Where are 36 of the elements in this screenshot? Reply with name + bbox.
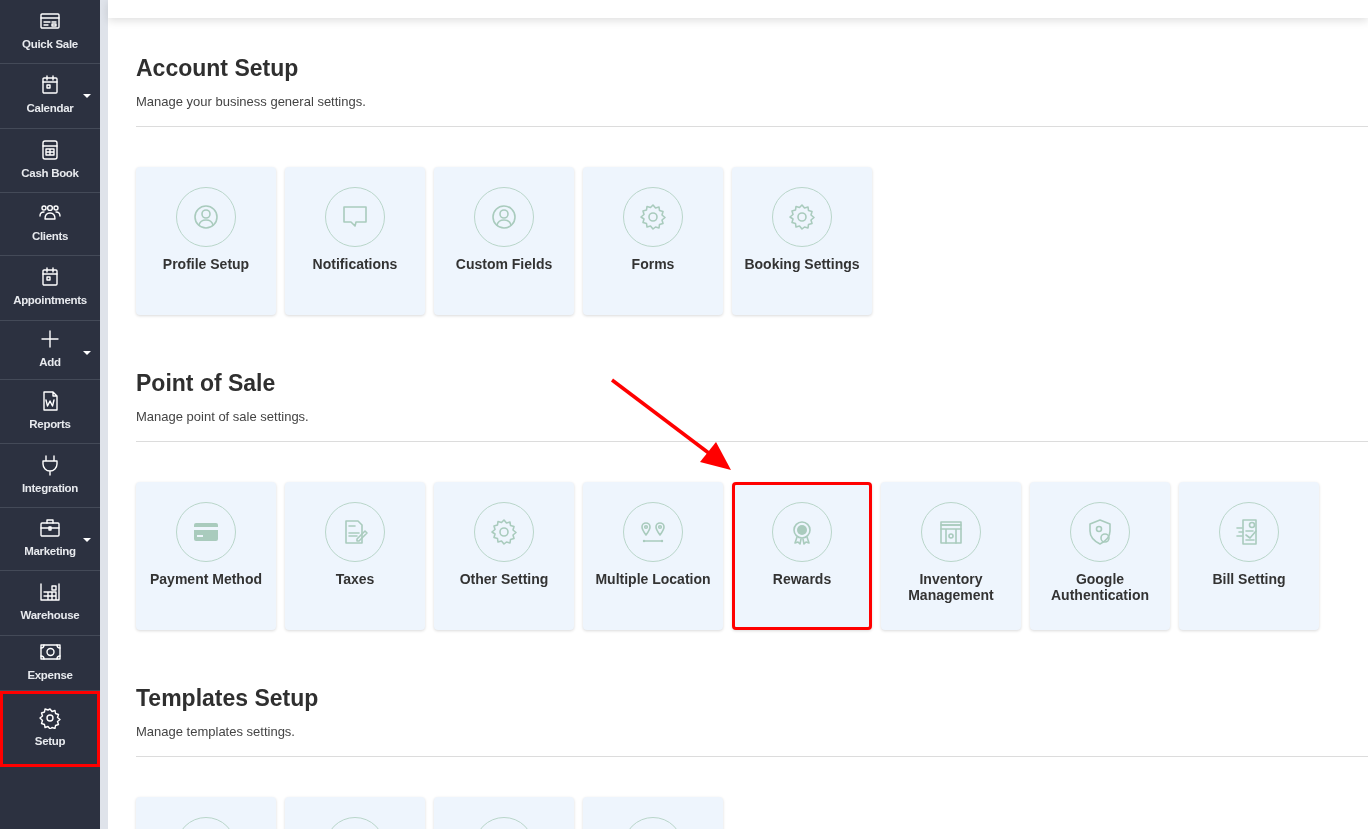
section-subtitle: Manage your business general settings. xyxy=(136,93,366,111)
caret-icon xyxy=(83,538,91,542)
setting-card[interactable]: Taxes xyxy=(285,482,425,630)
person-icon xyxy=(489,202,519,232)
setting-card[interactable]: Custom Fields xyxy=(434,167,574,315)
setting-card[interactable]: Payment Method xyxy=(136,482,276,630)
section-title: Point of Sale xyxy=(136,369,276,398)
setting-card[interactable]: Bill Setting xyxy=(1179,482,1319,630)
setting-card[interactable]: Other Setting xyxy=(434,482,574,630)
caret-icon xyxy=(83,351,91,355)
warehouse-icon xyxy=(39,581,61,604)
settings-icon xyxy=(39,706,61,729)
gear-icon xyxy=(787,202,817,232)
person-icon xyxy=(191,202,221,232)
caret-icon xyxy=(83,94,91,98)
setting-card[interactable]: Inventory Management xyxy=(881,482,1021,630)
setting-card[interactable]: Rewards xyxy=(732,482,872,630)
gear-icon xyxy=(638,202,668,232)
calendar-icon xyxy=(39,74,61,97)
setting-card[interactable]: Multiple Location xyxy=(583,482,723,630)
calculator-icon xyxy=(39,138,61,161)
gear-icon xyxy=(489,517,519,547)
calendar-icon xyxy=(39,266,61,289)
setting-card[interactable]: Forms xyxy=(583,167,723,315)
plus-icon xyxy=(39,328,61,351)
section-title: Account Setup xyxy=(136,54,299,83)
setting-card[interactable]: Profile Setup xyxy=(136,167,276,315)
briefcase-icon xyxy=(39,517,61,540)
plug-icon xyxy=(39,453,61,476)
setting-card[interactable]: Notifications xyxy=(285,167,425,315)
setting-card[interactable]: Booking Settings xyxy=(732,167,872,315)
section-subtitle: Manage point of sale settings. xyxy=(136,408,309,426)
section-title: Templates Setup xyxy=(136,684,319,713)
setting-card[interactable]: Google Authentication xyxy=(1030,482,1170,630)
section-subtitle: Manage templates settings. xyxy=(136,723,295,741)
sidebar-item[interactable]: Setup xyxy=(0,691,100,767)
